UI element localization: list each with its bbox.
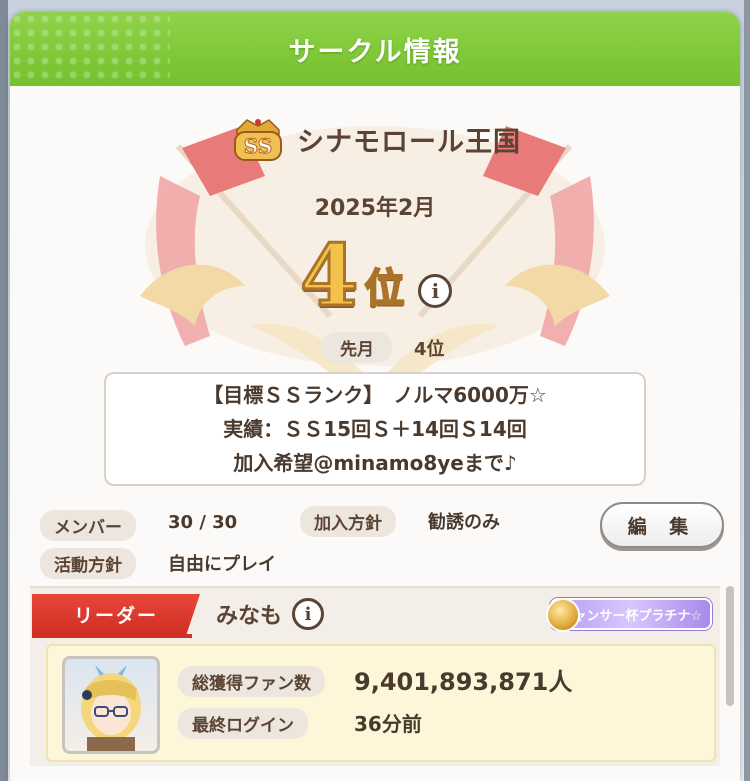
avatar-portrait xyxy=(81,665,141,751)
edit-button[interactable]: 編 集 xyxy=(600,502,724,548)
last-month-rank: 先月 4位 xyxy=(322,332,445,363)
rank-number: 4 xyxy=(298,226,359,325)
ss-rank-crown-icon: SS xyxy=(234,119,282,161)
members-label: メンバー xyxy=(40,510,136,541)
rank-badge-label: SS xyxy=(244,134,272,158)
join-policy-label: 加入方針 xyxy=(300,506,396,537)
circle-description: 【目標ＳＳランク】 ノルマ6000万☆ 実績：ＳＳ15回Ｓ＋14回Ｓ14回 加入… xyxy=(104,372,646,486)
avatar[interactable] xyxy=(62,656,160,754)
scrollbar[interactable] xyxy=(726,586,734,706)
current-rank: 4 位 i xyxy=(298,226,453,325)
title-badge-label: キャンサー杯プラチナ☆ xyxy=(560,608,702,624)
description-line: 【目標ＳＳランク】 ノルマ6000万☆ xyxy=(203,383,547,407)
dialog-title-bar: サークル情報 xyxy=(10,12,740,86)
join-policy-value: 勧誘のみ xyxy=(428,512,500,533)
last-login-value: 36分前 xyxy=(354,712,422,736)
ranking-period: 2025年2月 xyxy=(314,196,436,221)
rank-suffix: 位 xyxy=(363,265,405,313)
dialog-body: SS シナモロール王国 2025年2月 4 位 i 先月 4位 【目標ＳＳランク… xyxy=(10,86,740,781)
description-line: 加入希望@minamo8yeまで♪ xyxy=(233,451,517,475)
leader-tag: リーダー xyxy=(32,594,200,634)
last-login-label: 最終ログイン xyxy=(178,708,308,739)
circle-info-dialog: サークル情報 SS シナモロール王国 2025年2月 4 位 i 先月 4位 【… xyxy=(10,12,740,781)
leader-info-icon[interactable]: i xyxy=(292,598,324,630)
members-value: 30 / 30 xyxy=(168,512,238,533)
last-month-label: 先月 xyxy=(322,332,392,363)
total-fans-label: 総獲得ファン数 xyxy=(178,666,325,697)
leader-name: みなも xyxy=(216,604,283,629)
leader-tag-underline xyxy=(32,634,192,638)
rank-info-icon[interactable]: i xyxy=(418,274,453,308)
circle-name: シナモロール王国 xyxy=(297,126,521,158)
dialog-title: サークル情報 xyxy=(288,36,462,68)
leader-section: リーダー みなも i キャンサー杯プラチナ☆ 総獲得ファン数 9,401,893… xyxy=(30,586,720,766)
circle-header: SS シナモロール王国 xyxy=(10,114,740,164)
activity-label: 活動方針 xyxy=(40,548,136,579)
leader-card: 総獲得ファン数 9,401,893,871人 最終ログイン 36分前 xyxy=(46,644,716,762)
medal-icon xyxy=(546,598,580,632)
last-month-value: 4位 xyxy=(414,338,445,360)
leader-title-badge: キャンサー杯プラチナ☆ xyxy=(546,598,712,632)
description-line: 実績：ＳＳ15回Ｓ＋14回Ｓ14回 xyxy=(223,417,527,441)
total-fans-value: 9,401,893,871人 xyxy=(354,668,573,696)
activity-value: 自由にプレイ xyxy=(168,554,276,575)
